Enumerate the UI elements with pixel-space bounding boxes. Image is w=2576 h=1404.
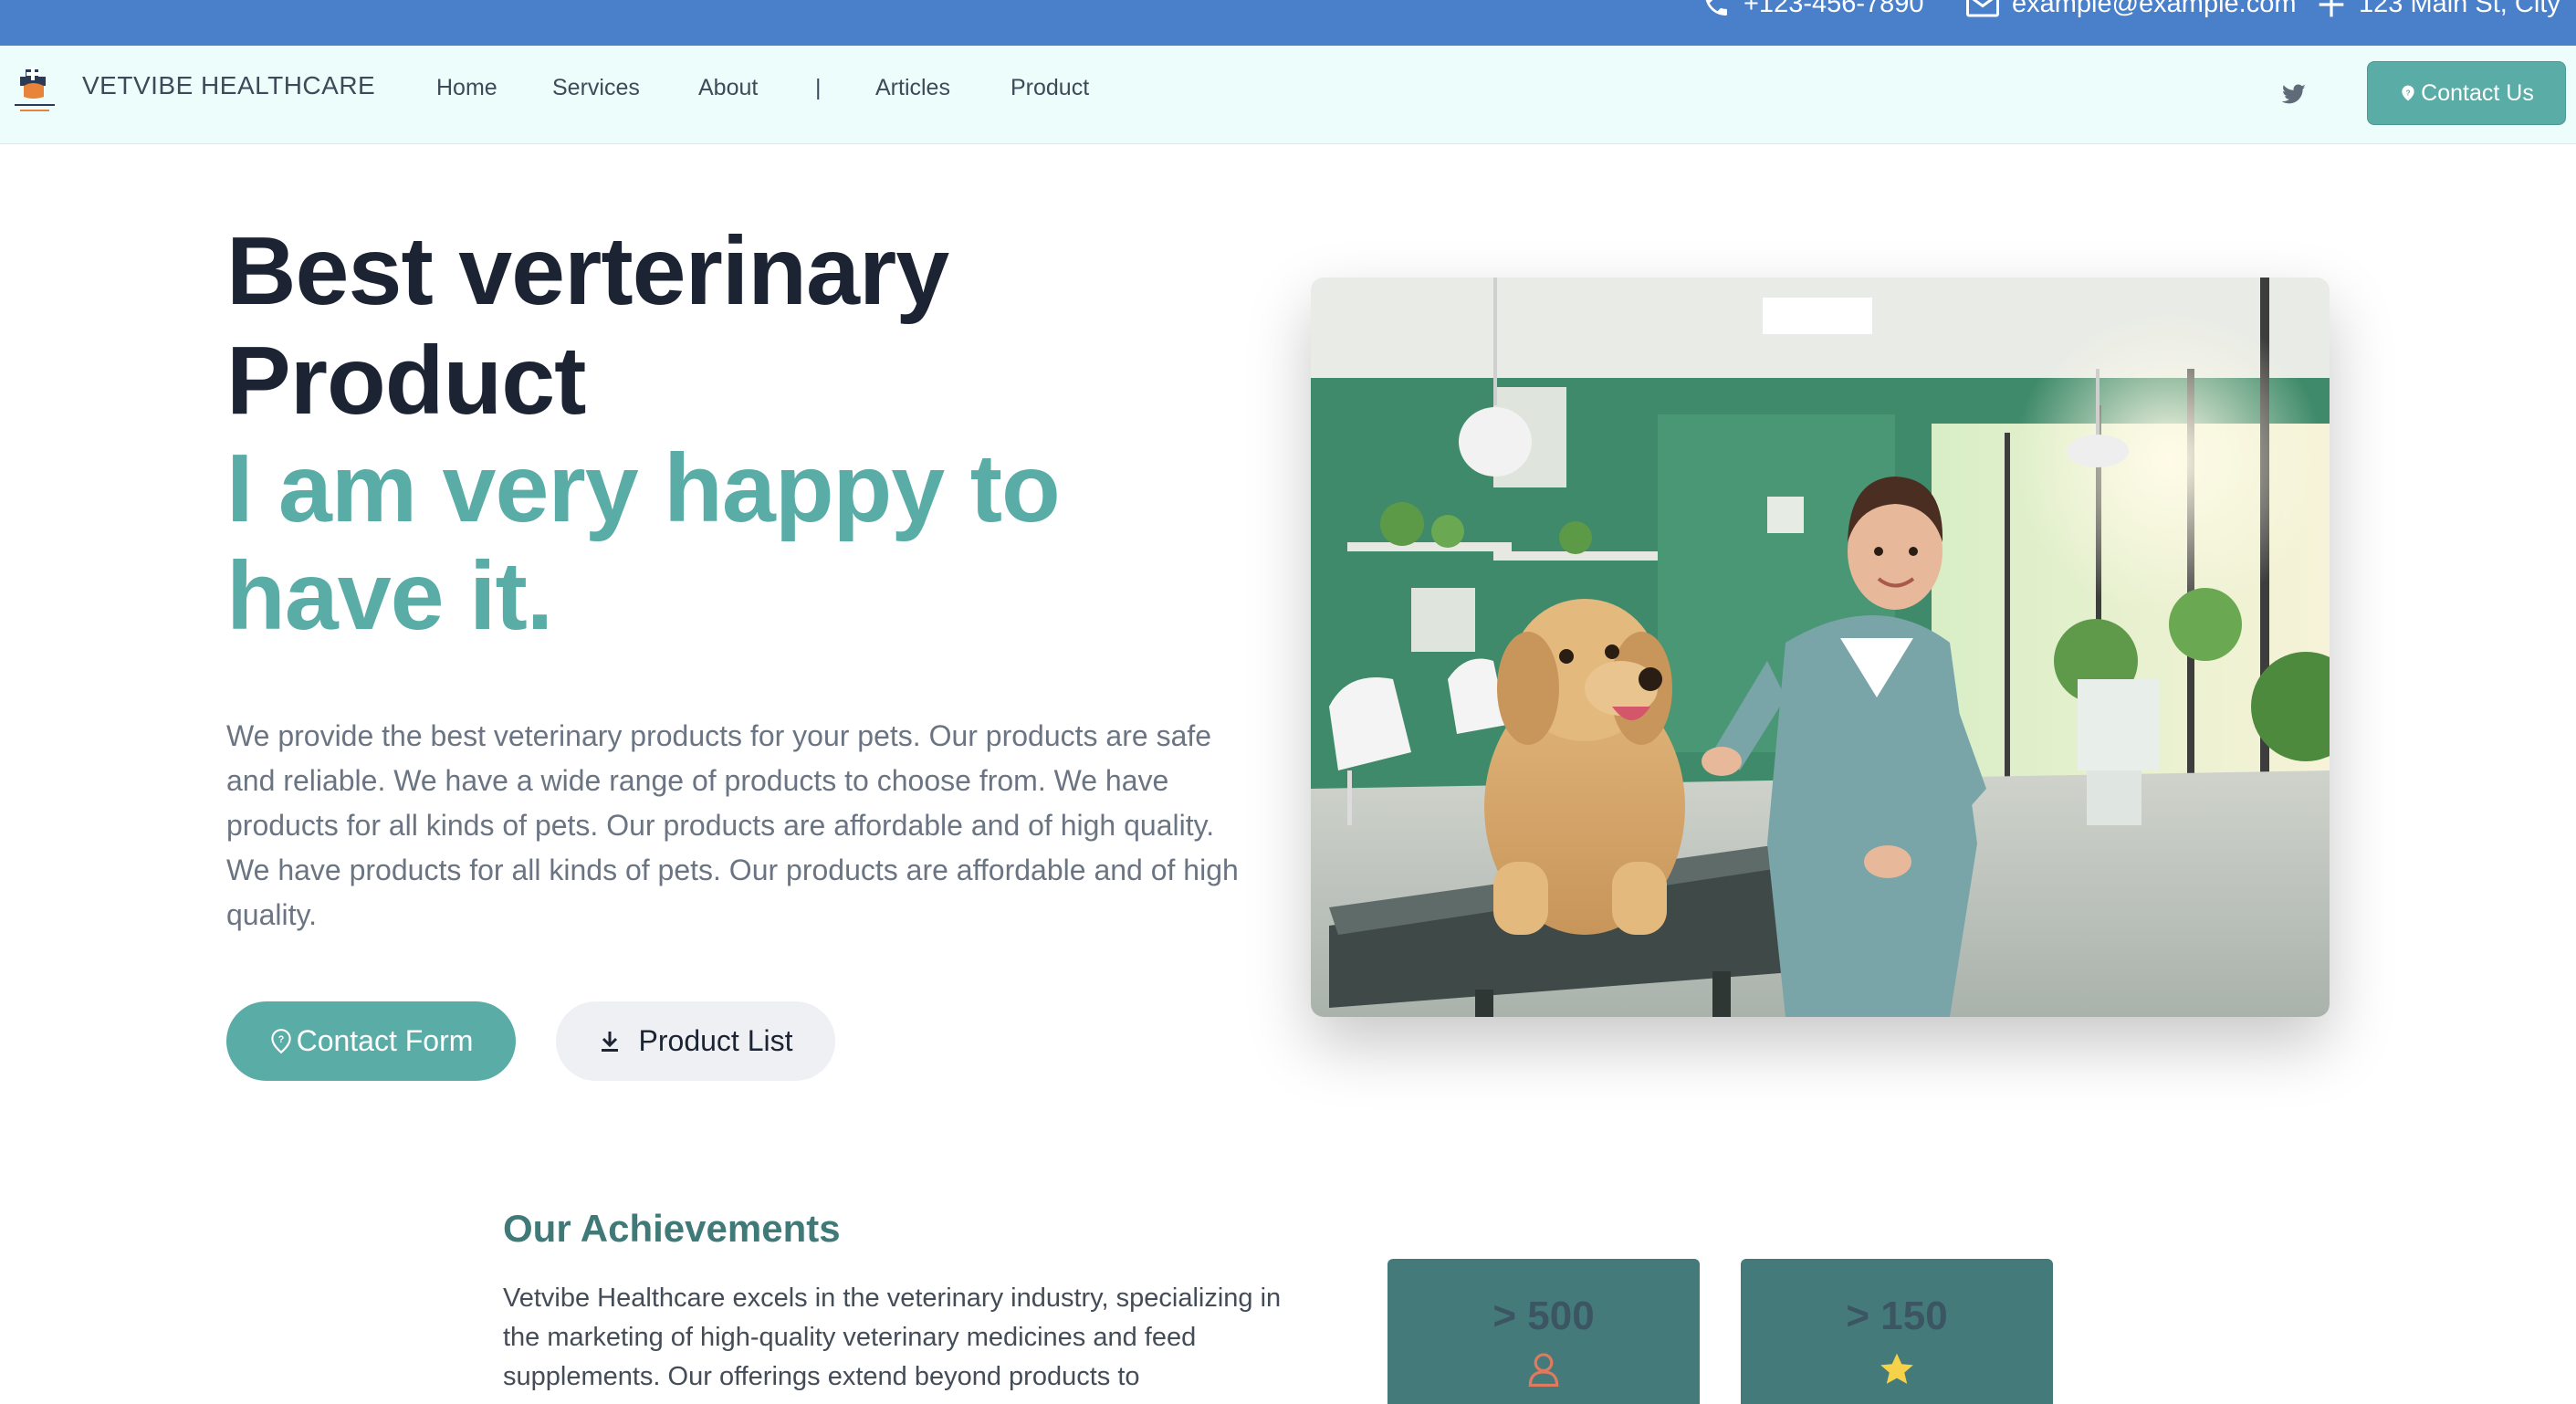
star-icon (1880, 1353, 1913, 1384)
twitter-icon[interactable] (2281, 84, 2307, 106)
nav-separator: | (815, 75, 822, 100)
stat-value-clients: > 500 (1492, 1294, 1595, 1338)
nav-product[interactable]: Product (1011, 75, 1089, 101)
location-icon (2319, 0, 2344, 16)
achievements-description: Vetvibe Healthcare excels in the veterin… (503, 1284, 1282, 1391)
contact-us-button[interactable]: ? Contact Us (2367, 61, 2566, 125)
brand-logo[interactable] (11, 66, 58, 119)
topbar-email[interactable]: example@example.com (1966, 0, 2297, 19)
top-contact-bar: +123-456-7890 example@example.com 123 Ma… (0, 0, 2576, 46)
topbar-address-text: 123 Main St, City (2359, 0, 2560, 18)
nav-about[interactable]: About (698, 75, 758, 101)
nav-services[interactable]: Services (552, 75, 640, 101)
stat-card-clients: > 500 (1387, 1259, 1700, 1404)
topbar-email-text: example@example.com (2012, 0, 2297, 18)
nav-home[interactable]: Home (436, 75, 497, 101)
hero-subtitle-line-2: have it. (226, 542, 553, 650)
user-icon (1528, 1353, 1559, 1387)
topbar-address: 123 Main St, City (2317, 0, 2560, 19)
stat-value-products: > 150 (1846, 1294, 1948, 1338)
stat-card-products: > 150 (1741, 1259, 2053, 1404)
topbar-phone-text: +123-456-7890 (1744, 0, 1924, 18)
contact-form-label: Contact Form (296, 1024, 474, 1057)
topbar-phone[interactable]: +123-456-7890 (1702, 0, 1924, 19)
hero-title-line-1: Best verterinary (226, 217, 949, 325)
achievements-title: Our Achievements (503, 1207, 841, 1250)
product-list-label: Product List (638, 1024, 793, 1057)
navbar: VETVIBE HEALTHCARE Home Services About |… (0, 46, 2576, 144)
product-list-button[interactable]: Product List (556, 1001, 835, 1081)
hero-title-highlight: Product (226, 327, 588, 435)
download-icon (601, 1031, 618, 1052)
phone-icon (1705, 0, 1727, 16)
contact-form-button[interactable]: ? Contact Form (226, 1001, 516, 1081)
hero-subtitle-line-1: I am very happy to (226, 435, 1061, 542)
brand-name[interactable]: VETVIBE HEALTHCARE (82, 71, 375, 100)
nav-articles[interactable]: Articles (875, 75, 950, 101)
svg-text:?: ? (277, 1034, 284, 1045)
mail-icon (1966, 0, 1999, 16)
svg-text:?: ? (2406, 89, 2411, 98)
hero-description: We provide the best veterinary products … (226, 719, 1239, 931)
hero-title-line-2: Product (226, 327, 588, 435)
help-circle-icon: ? (270, 1028, 291, 1053)
help-circle-icon: ? (2402, 85, 2414, 101)
hero-image (1311, 278, 2330, 1017)
contact-us-label: Contact Us (2421, 79, 2534, 106)
